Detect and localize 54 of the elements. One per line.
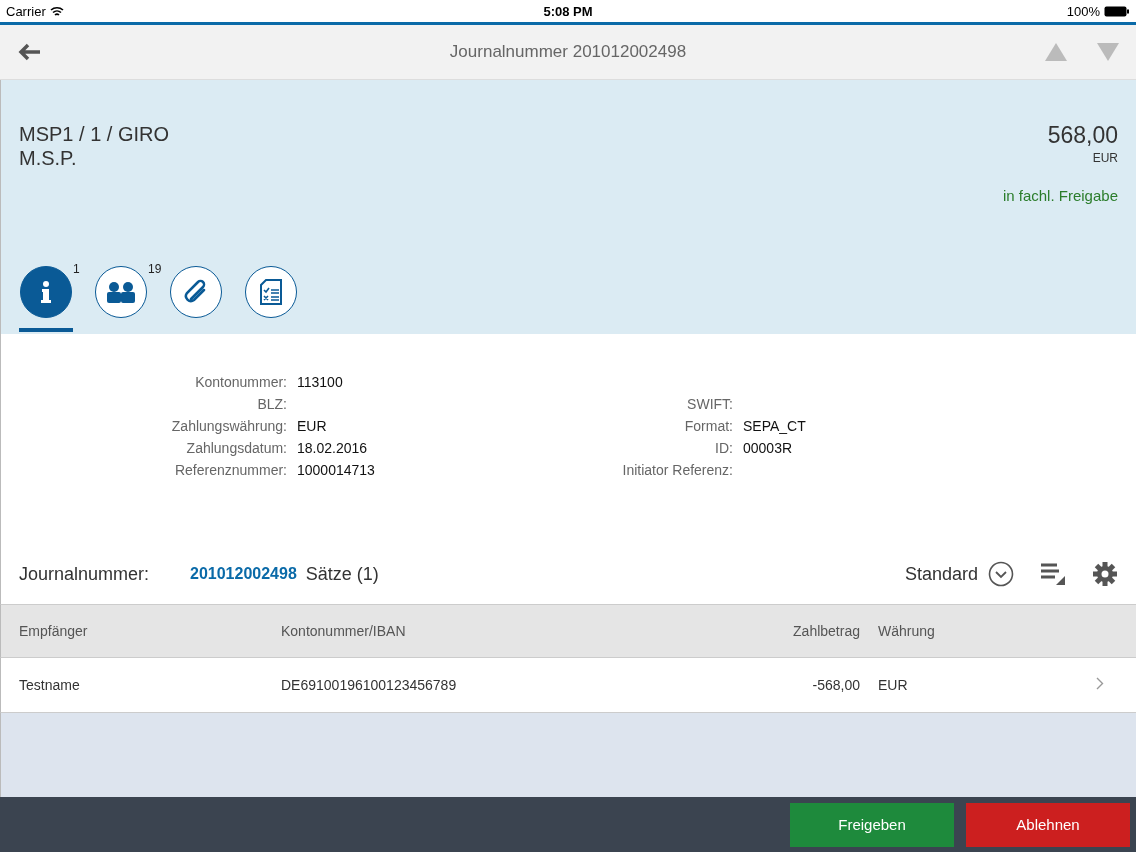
variant-dropdown-button[interactable] [988,561,1014,587]
up-triangle-icon [1044,42,1068,62]
people-icon [106,281,136,303]
field-label: BLZ: [256,396,288,412]
toolbar-label: Journalnummer: [19,563,151,585]
table-row[interactable]: Testname DE69100196100123456789 -568,00 EUR [0,658,1136,713]
amount: 568,00 [1047,122,1118,149]
checklist-icon [260,279,282,305]
field-value: EUR [297,418,328,434]
approve-button[interactable]: Freigeben [790,802,954,847]
wifi-icon [49,5,64,17]
column-header: Empfänger [19,623,89,639]
info-icon [39,280,53,304]
record-count: Sätze (1) [305,563,379,585]
back-arrow-icon [16,42,42,62]
column-header: Zahlbetrag [792,623,861,639]
object-title: MSP1 / 1 / GIRO [19,122,170,146]
field-label: Kontonummer: [194,374,288,390]
battery-icon [1104,5,1130,17]
status-text: in fachl. Freigabe [1002,187,1118,204]
sort-button[interactable] [1040,562,1066,586]
chevron-right-icon [1096,677,1104,690]
sort-list-icon [1040,562,1066,586]
field-label: Zahlungswährung: [170,418,288,434]
down-triangle-icon [1096,42,1120,62]
currency: EUR [1092,151,1118,165]
field-value: 18.02.2016 [297,440,369,456]
field-label: Format: [683,418,734,434]
tab-count: 1 [73,262,80,276]
field-label: SWIFT: [686,396,734,412]
reject-button[interactable]: Ablehnen [966,802,1130,847]
table-cell-text: EUR [878,677,909,693]
field-label: Referenznummer: [173,462,288,478]
page-title: Journalnummer 201012002498 [449,42,687,62]
carrier-label: Carrier [6,3,46,19]
status-time: 5:08 PM [543,3,593,19]
tab-count: 19 [148,262,162,276]
field-label: Zahlungsdatum: [185,440,288,456]
column-header: Währung [878,623,936,639]
column-header: Kontonummer/IBAN [281,623,407,639]
journal-link[interactable]: 201012002498 [190,565,297,583]
field-label: ID: [714,440,734,456]
chevron-circle-icon [988,561,1014,587]
table-cell-text: DE69100196100123456789 [281,677,458,693]
field-value: 1000014713 [297,462,376,478]
field-value: SEPA_CT [743,418,807,434]
object-subtitle: M.S.P. [19,146,78,170]
battery-percent: 100% [1066,3,1100,19]
field-value: 113100 [297,374,344,390]
field-value: 00003R [743,440,794,456]
table-cell-text: Testname [19,677,81,693]
table-cell-text: -568,00 [811,677,861,693]
field-label: Initiator Referenz: [621,462,734,478]
variant-label: Standard [904,563,978,585]
